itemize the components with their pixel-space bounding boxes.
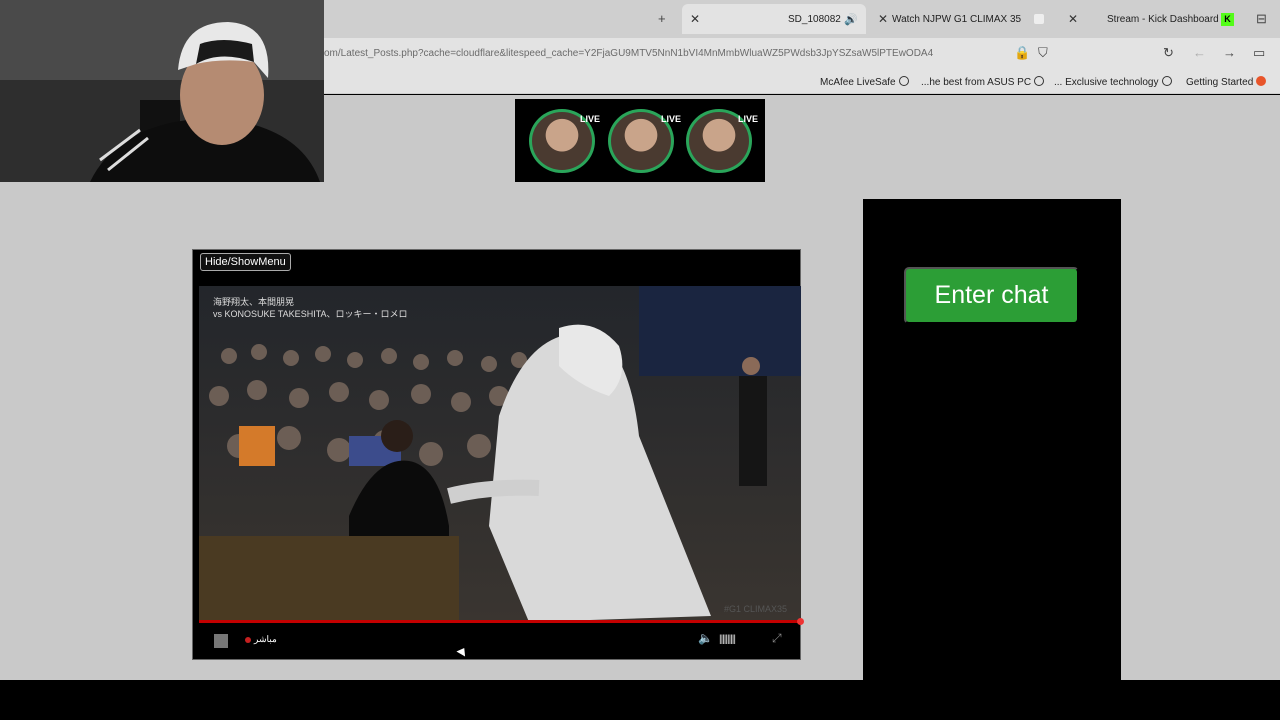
video-watermark: #G1 CLIMAX35 — [723, 604, 787, 614]
hide-show-menu-button[interactable]: Hide/ShowMenu — [200, 253, 291, 271]
bookmark-label: McAfee LiveSafe — [820, 77, 896, 88]
tab-sd-108082[interactable]: ✕ SD_108082 🔊 — [682, 4, 866, 34]
bookmark-label: ...he best from ASUS PC — [921, 77, 1032, 88]
video-player[interactable]: Hide/ShowMenu 海野翔太、本間朋晃 vs KONOSUKE TAKE… — [192, 249, 804, 660]
loading-icon — [1034, 14, 1044, 24]
live-badge: LIVE — [738, 114, 759, 124]
volume-icon[interactable]: 🔈 — [698, 631, 713, 645]
bookmark-asus[interactable]: ...he best from ASUS PC — [921, 76, 1045, 88]
chat-panel: Enter chat — [863, 199, 1121, 680]
enter-chat-button[interactable]: Enter chat — [904, 267, 1079, 324]
caption-line: 海野翔太、本間朋晃 — [213, 297, 295, 307]
video-frame[interactable]: 海野翔太、本間朋晃 vs KONOSUKE TAKESHITA、ロッキー・ロメロ… — [199, 286, 801, 622]
lock-icon[interactable]: 🔒 — [1014, 45, 1030, 61]
volume-slider[interactable]: |||||||||| — [719, 634, 736, 645]
close-tab-icon[interactable]: ✕ — [1068, 12, 1078, 26]
close-tab-icon[interactable]: ✕ — [878, 12, 888, 26]
bookmark-getting-started[interactable]: Getting Started — [1186, 76, 1267, 88]
fullscreen-icon[interactable]: ⤢ — [772, 631, 782, 646]
tab-label: SD_108082 — [788, 13, 841, 25]
forward-icon[interactable]: → — [1223, 45, 1236, 60]
live-indicator-dot — [245, 637, 251, 643]
bookmark-label: ... Exclusive technology — [1054, 77, 1159, 88]
webcam-image — [0, 0, 324, 182]
bookmark-label: Getting Started — [1186, 77, 1254, 88]
speaker-icon[interactable]: 🔊 — [844, 13, 858, 26]
sidebar-icon[interactable]: ▭ — [1253, 45, 1265, 61]
live-badge: LIVE — [580, 114, 601, 124]
kick-icon: K — [1221, 12, 1234, 26]
webcam-overlay — [0, 0, 324, 182]
progress-knob[interactable] — [797, 618, 804, 625]
firefox-icon — [1256, 76, 1267, 86]
video-image — [199, 286, 801, 622]
bookmark-mcafee[interactable]: McAfee LiveSafe — [820, 76, 909, 88]
tab-njpw[interactable]: ✕ Watch NJPW G1 CLIMAX 35 Li ✕ — [870, 4, 1082, 34]
live-streamers-banner[interactable]: LIVE LIVE LIVE — [515, 99, 765, 182]
reload-icon[interactable]: ↻ — [1163, 45, 1174, 61]
caption-line: vs KONOSUKE TAKESHITA、ロッキー・ロメロ — [213, 309, 408, 319]
globe-icon — [898, 76, 909, 86]
live-badge: LIVE — [661, 114, 682, 124]
new-tab-button[interactable]: + — [658, 11, 666, 26]
globe-icon — [1034, 76, 1045, 86]
tab-label: Watch NJPW G1 CLIMAX 35 Li — [892, 13, 1022, 25]
bookmark-exclusive[interactable]: ... Exclusive technology — [1054, 76, 1172, 88]
tab-list-icon[interactable]: ⊟ — [1256, 11, 1267, 27]
shield-icon[interactable]: ⛉ — [1038, 45, 1048, 61]
tab-kick-dashboard[interactable]: Stream - Kick Dashboard K — [1094, 4, 1244, 34]
progress-fill — [199, 620, 801, 623]
back-icon[interactable]: ← — [1193, 45, 1206, 60]
live-label: مباشر — [254, 634, 277, 644]
address-bar[interactable]: om/Latest_Posts.php?cache=cloudflare&lit… — [324, 48, 1004, 59]
globe-icon — [1161, 76, 1172, 86]
video-caption: 海野翔太、本間朋晃 vs KONOSUKE TAKESHITA、ロッキー・ロメロ — [213, 296, 408, 320]
tab-label: Stream - Kick Dashboard — [1107, 13, 1219, 25]
stop-button[interactable] — [214, 634, 228, 648]
progress-bar[interactable] — [199, 618, 804, 625]
close-tab-icon[interactable]: ✕ — [690, 12, 700, 26]
